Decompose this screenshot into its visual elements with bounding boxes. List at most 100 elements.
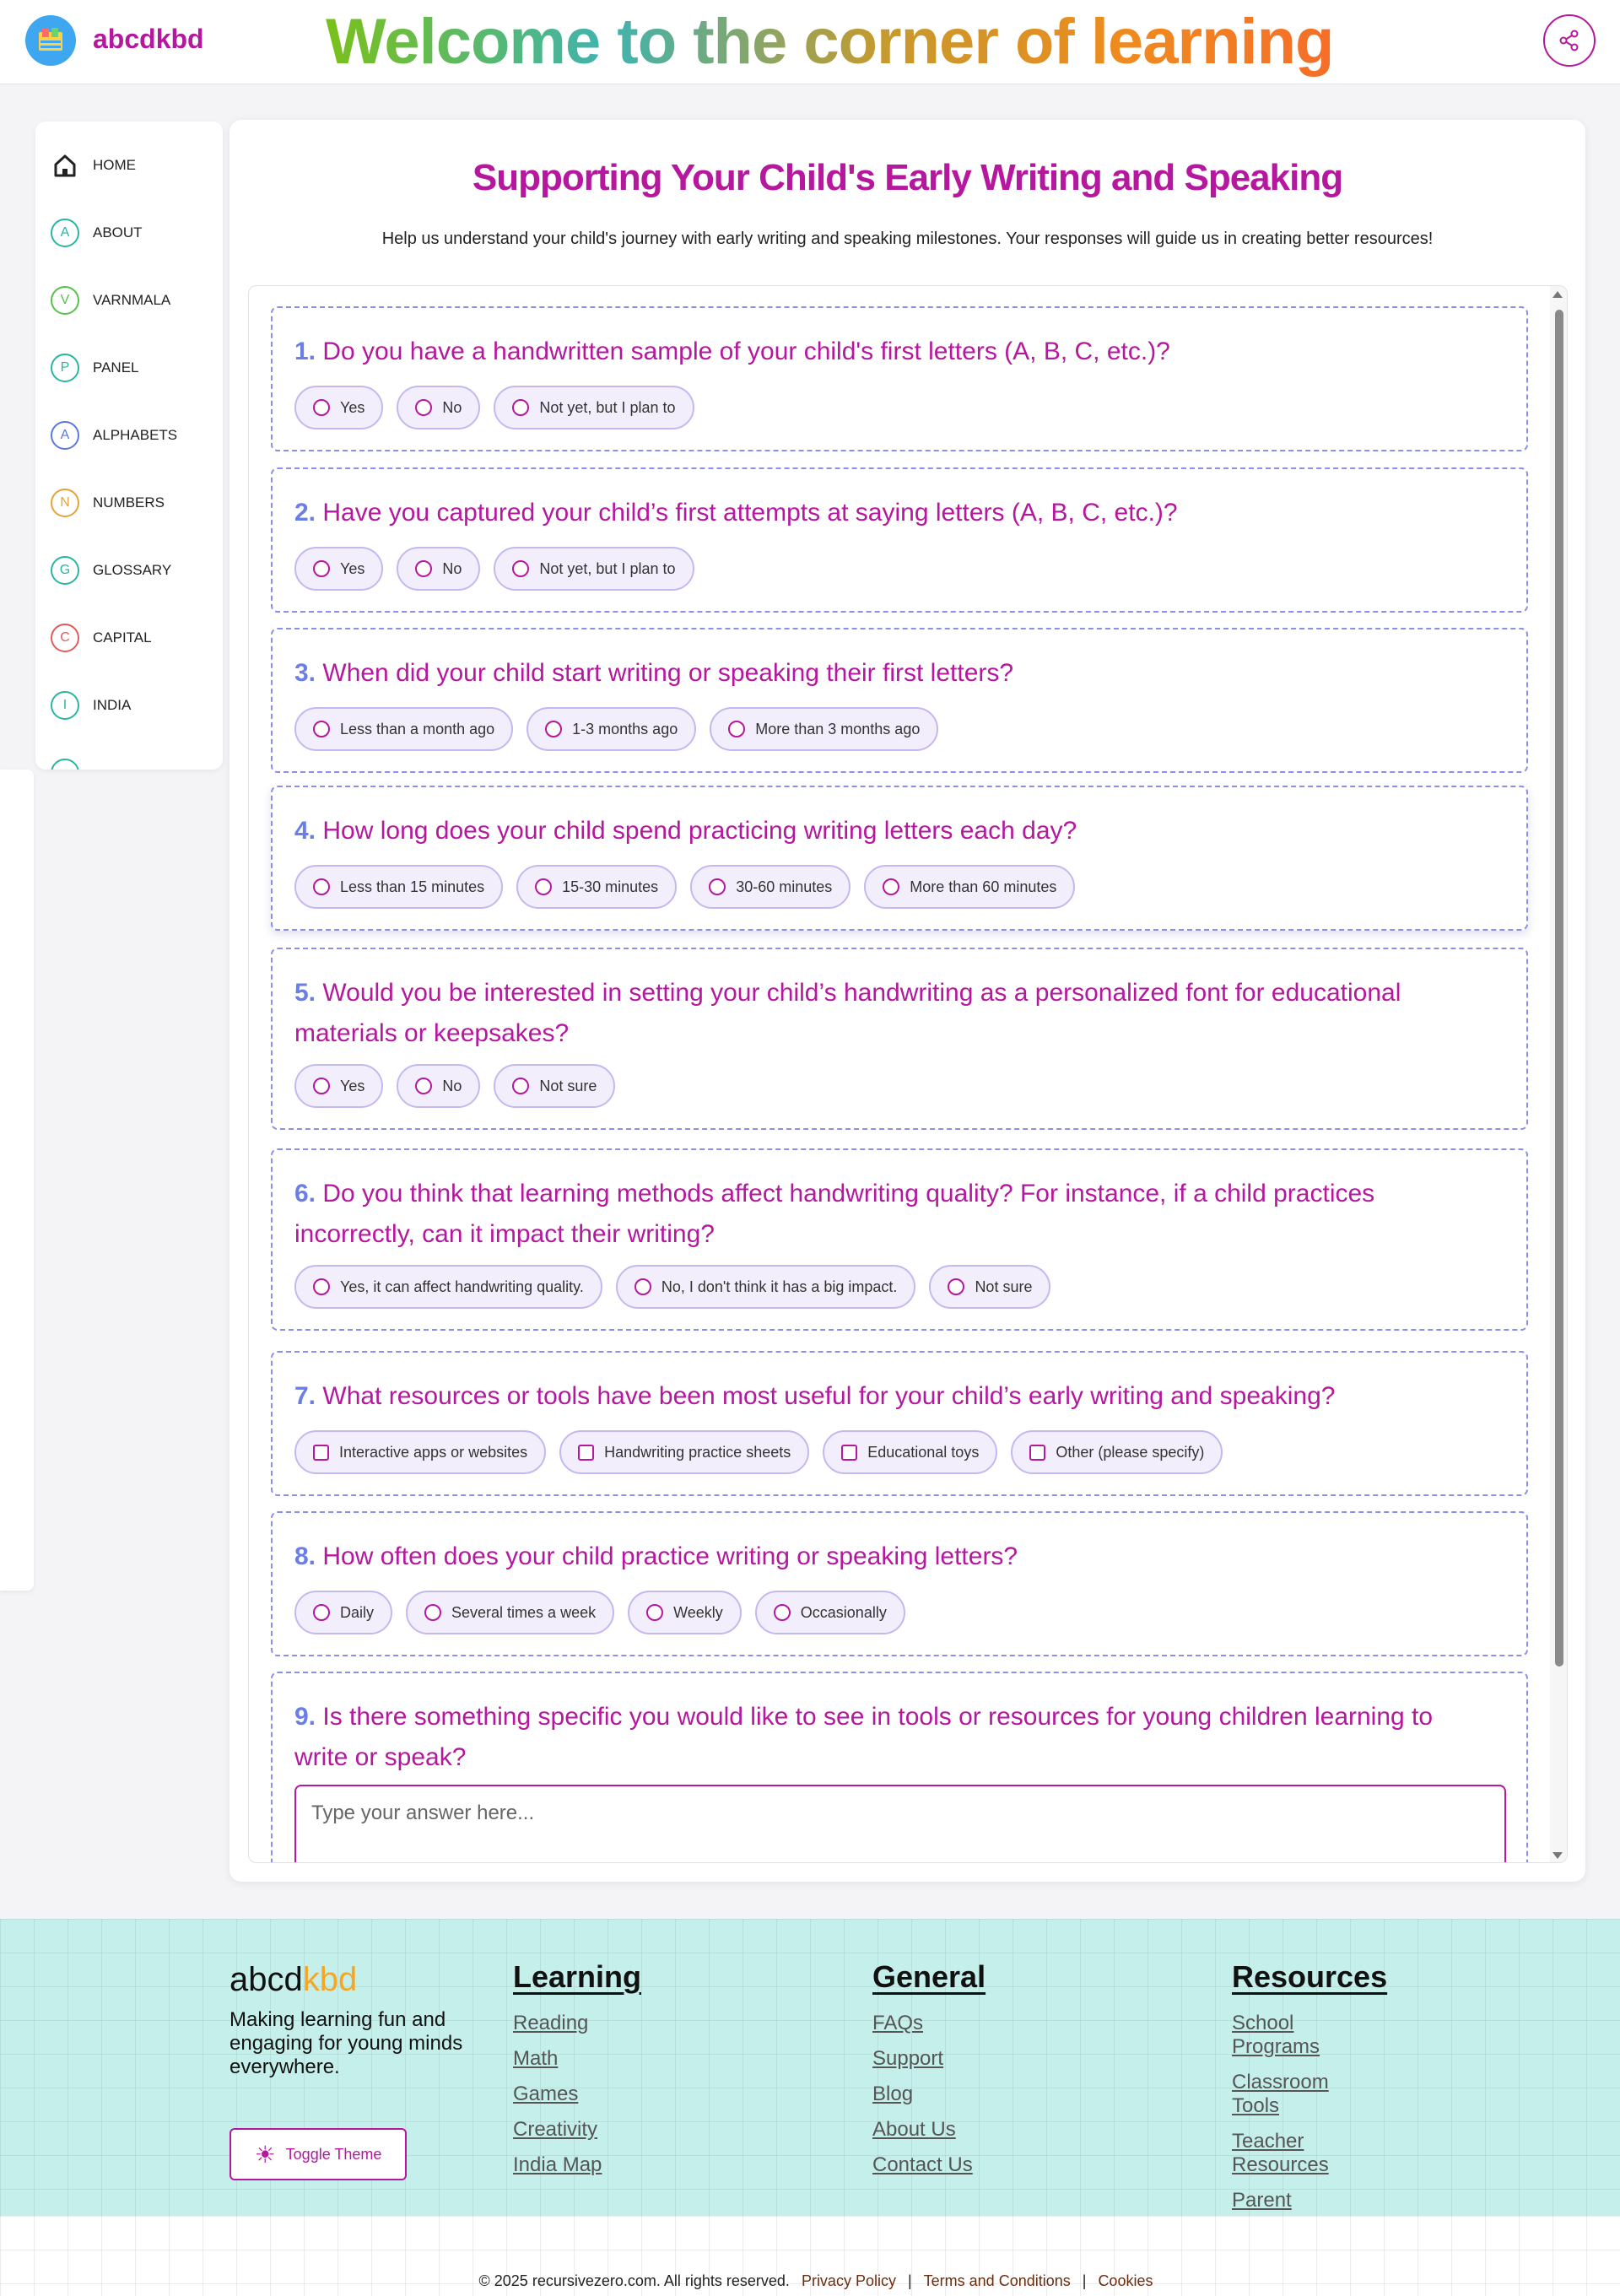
radio-icon[interactable]: [313, 1278, 330, 1295]
radio-icon[interactable]: [883, 878, 900, 895]
question-card-7: 7. What resources or tools have been mos…: [271, 1351, 1528, 1496]
radio-icon[interactable]: [415, 560, 433, 577]
sidebar-item-varnmala[interactable]: V VARNMALA: [51, 284, 170, 317]
radio-icon[interactable]: [415, 399, 433, 416]
checkbox-icon[interactable]: [578, 1444, 595, 1461]
sidebar-item-home[interactable]: HOME: [51, 149, 136, 182]
radio-icon[interactable]: [545, 721, 563, 737]
sidebar-item-alphabets[interactable]: A ALPHABETS: [51, 419, 177, 452]
footer-link[interactable]: Classroom Tools: [1232, 2071, 1333, 2118]
radio-icon[interactable]: [634, 1278, 651, 1295]
footer-link[interactable]: Support: [872, 2047, 986, 2071]
radio-option[interactable]: Yes: [294, 386, 384, 429]
radio-icon[interactable]: [313, 878, 330, 895]
footer-link[interactable]: School Programs: [1232, 2012, 1333, 2059]
checkbox-option[interactable]: Other (please specify): [1011, 1430, 1223, 1474]
sidebar-item-about[interactable]: A ABOUT: [51, 216, 143, 250]
radio-icon[interactable]: [512, 1078, 530, 1094]
radio-icon[interactable]: [646, 1604, 664, 1621]
radio-icon[interactable]: [313, 1078, 330, 1094]
radio-option[interactable]: Not sure: [929, 1265, 1051, 1309]
radio-icon[interactable]: [709, 878, 726, 895]
sidebar-item-more[interactable]: [51, 756, 93, 770]
cookies-link[interactable]: Cookies: [1098, 2272, 1153, 2290]
footer-link[interactable]: FAQs: [872, 2012, 986, 2035]
footer-link[interactable]: Games: [513, 2083, 641, 2106]
radio-icon[interactable]: [313, 560, 330, 577]
radio-icon[interactable]: [728, 721, 746, 737]
option-label: More than 3 months ago: [755, 720, 921, 737]
radio-icon[interactable]: [415, 1078, 433, 1094]
radio-icon[interactable]: [313, 399, 330, 416]
option-label: Yes: [340, 1077, 365, 1094]
footer-link[interactable]: Reading: [513, 2012, 641, 2035]
radio-option[interactable]: Yes: [294, 1064, 384, 1108]
footer-link[interactable]: Creativity: [513, 2118, 641, 2142]
radio-option[interactable]: No, I don't think it has a big impact.: [615, 1265, 916, 1309]
logo-icon[interactable]: [25, 15, 76, 66]
footer-link[interactable]: Contact Us: [872, 2153, 986, 2177]
sidebar-item-numbers[interactable]: N NUMBERS: [51, 486, 165, 520]
checkbox-option[interactable]: Handwriting practice sheets: [559, 1430, 810, 1474]
radio-option[interactable]: 1-3 months ago: [526, 707, 697, 751]
checkbox-icon[interactable]: [1029, 1444, 1046, 1461]
radio-option[interactable]: Weekly: [628, 1591, 742, 1634]
copyright-text: © 2025 recursivezero.com. All rights res…: [478, 2272, 790, 2289]
sidebar-item-label: VARNMALA: [93, 292, 171, 308]
share-button[interactable]: [1543, 14, 1596, 67]
radio-option[interactable]: No: [397, 1064, 481, 1108]
radio-option[interactable]: Yes, it can affect handwriting quality.: [294, 1265, 602, 1309]
scroll-down-icon[interactable]: [1552, 1852, 1563, 1859]
radio-icon[interactable]: [313, 721, 330, 737]
scrollbar-thumb[interactable]: [1555, 310, 1563, 1667]
radio-icon[interactable]: [773, 1604, 791, 1621]
footer-link[interactable]: Teacher Resources: [1232, 2130, 1333, 2177]
option-label: Less than 15 minutes: [340, 878, 485, 895]
radio-icon[interactable]: [512, 399, 530, 416]
footer-link[interactable]: Math: [513, 2047, 641, 2071]
radio-icon[interactable]: [424, 1604, 442, 1621]
radio-icon[interactable]: [512, 560, 530, 577]
radio-option[interactable]: 15-30 minutes: [516, 865, 678, 909]
terms-link[interactable]: Terms and Conditions: [924, 2272, 1071, 2290]
radio-option[interactable]: Less than 15 minutes: [294, 865, 504, 909]
radio-option[interactable]: Occasionally: [754, 1591, 905, 1634]
checkbox-icon[interactable]: [841, 1444, 858, 1461]
sidebar-item-capital[interactable]: C CAPITAL: [51, 621, 152, 655]
radio-option[interactable]: Less than a month ago: [294, 707, 514, 751]
top-header: abcdkbd Welcome to the corner of learnin…: [0, 0, 1620, 84]
sidebar-item-india[interactable]: I INDIA: [51, 689, 131, 722]
radio-icon[interactable]: [313, 1604, 330, 1621]
radio-option[interactable]: More than 60 minutes: [864, 865, 1076, 909]
radio-option[interactable]: Daily: [294, 1591, 393, 1634]
checkbox-option[interactable]: Interactive apps or websites: [294, 1430, 547, 1474]
radio-option[interactable]: 30-60 minutes: [690, 865, 851, 909]
radio-option[interactable]: Not sure: [494, 1064, 616, 1108]
radio-icon[interactable]: [948, 1278, 965, 1295]
questions-scroll-area[interactable]: 9. Is there something specific you would…: [248, 285, 1568, 1863]
radio-option[interactable]: Not yet, but I plan to: [494, 386, 694, 429]
question-title: 8. How often does your child practice wr…: [294, 1537, 1493, 1577]
scrollbar[interactable]: [1550, 286, 1567, 1862]
footer-link[interactable]: About Us: [872, 2118, 986, 2142]
toggle-theme-button[interactable]: ☀ Toggle Theme: [230, 2128, 407, 2180]
home-icon: [51, 151, 79, 180]
sidebar-item-label: GLOSSARY: [93, 562, 172, 578]
footer-link[interactable]: India Map: [513, 2153, 641, 2177]
scroll-up-icon[interactable]: [1552, 291, 1563, 298]
checkbox-icon[interactable]: [313, 1444, 329, 1461]
radio-option[interactable]: Several times a week: [406, 1591, 615, 1634]
radio-option[interactable]: More than 3 months ago: [710, 707, 939, 751]
footer-link[interactable]: Blog: [872, 2083, 986, 2106]
radio-option[interactable]: Not yet, but I plan to: [494, 547, 694, 591]
brand-name[interactable]: abcdkbd: [93, 24, 204, 55]
radio-option[interactable]: Yes: [294, 547, 384, 591]
radio-option[interactable]: No: [397, 547, 481, 591]
answer-textarea[interactable]: [294, 1785, 1506, 1862]
sidebar-item-panel[interactable]: P PANEL: [51, 351, 139, 385]
sidebar-item-glossary[interactable]: G GLOSSARY: [51, 554, 171, 587]
radio-icon[interactable]: [535, 878, 553, 895]
privacy-policy-link[interactable]: Privacy Policy: [802, 2272, 896, 2290]
checkbox-option[interactable]: Educational toys: [823, 1430, 998, 1474]
radio-option[interactable]: No: [397, 386, 481, 429]
